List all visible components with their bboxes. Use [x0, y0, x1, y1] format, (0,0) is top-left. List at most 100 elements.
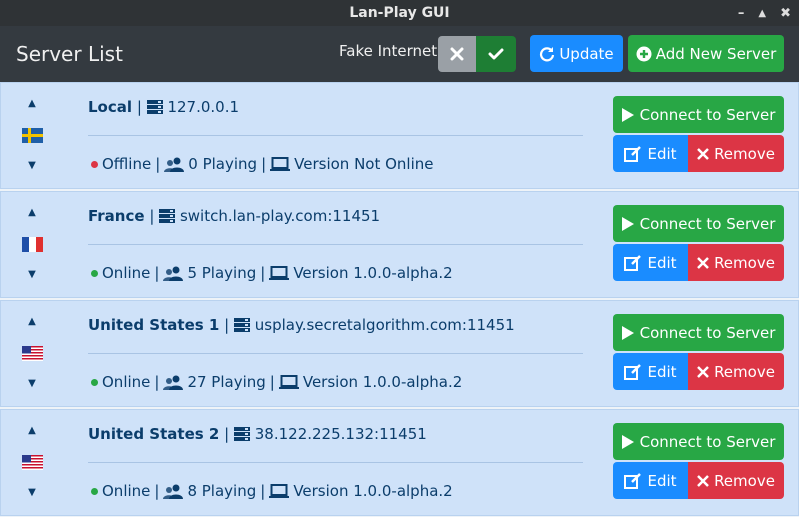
move-up-icon[interactable]: ▲: [26, 99, 38, 109]
separator: |: [154, 373, 160, 391]
fake-internet-label: Fake Internet:: [339, 42, 443, 60]
connect-to-server-button[interactable]: Connect to Server: [613, 96, 784, 133]
update-label: Update: [559, 44, 614, 63]
separator: |: [260, 264, 266, 282]
connect-to-server-button[interactable]: Connect to Server: [613, 205, 784, 242]
laptop-icon: [269, 483, 290, 498]
times-icon: [697, 474, 709, 487]
remove-button[interactable]: Remove: [688, 244, 784, 281]
edit-button[interactable]: Edit: [613, 244, 688, 281]
app-header: Server List Fake Internet: Update Add Ne…: [0, 26, 799, 82]
server-status: Online: [102, 482, 151, 500]
users-icon: [164, 157, 185, 172]
server-status-row: Online | 27 Playing | Version 1.0.0-alph…: [91, 373, 462, 391]
server-status: Offline: [102, 155, 152, 173]
remove-label: Remove: [714, 362, 775, 381]
connect-to-server-button[interactable]: Connect to Server: [613, 314, 784, 351]
remove-button[interactable]: Remove: [688, 353, 784, 390]
separator: |: [269, 373, 275, 391]
plus-circle-icon: [636, 46, 652, 61]
server-name-row: Local | 127.0.0.1: [88, 98, 239, 116]
separator: |: [136, 98, 142, 116]
move-down-icon[interactable]: ▼: [26, 161, 38, 171]
players-count: 27 Playing: [187, 373, 266, 391]
connect-label: Connect to Server: [639, 105, 776, 124]
fake-internet-off-button[interactable]: [438, 36, 476, 72]
edit-icon: [624, 363, 642, 380]
play-icon: [621, 107, 634, 122]
server-icon: [159, 209, 176, 223]
connect-to-server-button[interactable]: Connect to Server: [613, 423, 784, 460]
sweden-flag-icon: [22, 128, 43, 143]
times-icon: [697, 147, 709, 160]
move-down-icon[interactable]: ▼: [26, 270, 38, 280]
move-up-icon[interactable]: ▲: [26, 208, 38, 218]
server-name-row: United States 2 | 38.122.225.132:11451: [88, 425, 427, 443]
update-button[interactable]: Update: [530, 35, 623, 72]
status-dot-icon: [91, 269, 98, 277]
laptop-icon: [270, 156, 291, 171]
minimize-icon[interactable]: –: [738, 6, 745, 21]
server-icon: [146, 100, 163, 114]
users-icon: [163, 484, 184, 499]
remove-button[interactable]: Remove: [688, 135, 784, 172]
divider: [88, 135, 583, 136]
play-icon: [621, 434, 634, 449]
edit-icon: [624, 145, 642, 162]
server-version: Version 1.0.0-alpha.2: [293, 482, 453, 500]
edit-button[interactable]: Edit: [613, 135, 688, 172]
divider: [88, 353, 583, 354]
add-new-server-button[interactable]: Add New Server: [628, 35, 784, 72]
remove-button[interactable]: Remove: [688, 462, 784, 499]
divider: [88, 244, 583, 245]
server-card: ▲ ▼ United States 1 | usplay.secretalgor…: [0, 300, 799, 407]
server-name: France: [88, 207, 145, 225]
fake-internet-on-button[interactable]: [476, 36, 516, 72]
players-count: 5 Playing: [187, 264, 257, 282]
remove-label: Remove: [714, 253, 775, 272]
move-down-icon[interactable]: ▼: [26, 379, 38, 389]
window-title: Lan-Play GUI: [349, 5, 450, 21]
connect-label: Connect to Server: [639, 214, 776, 233]
server-version: Version 1.0.0-alpha.2: [293, 264, 453, 282]
edit-label: Edit: [647, 362, 677, 381]
laptop-icon: [278, 374, 299, 389]
server-status-row: Online | 5 Playing | Version 1.0.0-alpha…: [91, 264, 453, 282]
window-titlebar: Lan-Play GUI – ▲ ✖: [0, 0, 799, 26]
separator: |: [155, 155, 161, 173]
server-icon: [233, 318, 250, 332]
server-status-row: Offline | 0 Playing | Version Not Online: [91, 155, 434, 173]
server-status: Online: [102, 373, 151, 391]
usa-flag-icon: [22, 455, 43, 470]
edit-button[interactable]: Edit: [613, 462, 688, 499]
times-icon: [697, 256, 709, 269]
separator: |: [149, 207, 155, 225]
edit-button[interactable]: Edit: [613, 353, 688, 390]
move-up-icon[interactable]: ▲: [26, 426, 38, 436]
status-dot-icon: [91, 160, 98, 168]
separator: |: [154, 482, 160, 500]
server-address: switch.lan-play.com:11451: [179, 207, 381, 225]
refresh-icon: [540, 46, 555, 61]
server-status: Online: [102, 264, 151, 282]
server-name-row: United States 1 | usplay.secretalgorithm…: [88, 316, 515, 334]
separator: |: [261, 155, 267, 173]
connect-label: Connect to Server: [639, 323, 776, 342]
divider: [88, 462, 583, 463]
close-icon[interactable]: ✖: [780, 6, 791, 21]
users-icon: [163, 266, 184, 281]
users-icon: [163, 375, 184, 390]
page-title: Server List: [16, 42, 123, 66]
status-dot-icon: [91, 487, 98, 495]
maximize-icon[interactable]: ▲: [758, 8, 766, 19]
players-count: 0 Playing: [188, 155, 258, 173]
add-new-server-label: Add New Server: [655, 44, 777, 63]
move-down-icon[interactable]: ▼: [26, 488, 38, 498]
server-address: 127.0.0.1: [167, 98, 240, 116]
move-up-icon[interactable]: ▲: [26, 317, 38, 327]
edit-label: Edit: [647, 471, 677, 490]
server-name: United States 2: [88, 425, 220, 443]
server-card: ▲ ▼ France | switch.lan-play.com:11451 O…: [0, 191, 799, 298]
edit-label: Edit: [647, 253, 677, 272]
remove-label: Remove: [714, 144, 775, 163]
